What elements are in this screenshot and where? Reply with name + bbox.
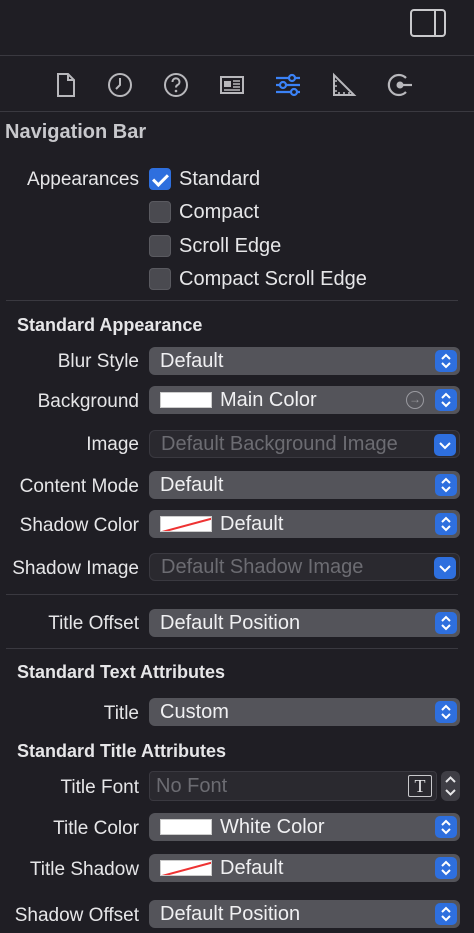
shadow-image-combo[interactable]: Default Shadow Image [149, 553, 460, 581]
checkbox-label: Scroll Edge [179, 234, 282, 257]
tab-quick-help-inspector[interactable] [160, 69, 192, 101]
shadow-color-select[interactable]: Default [149, 510, 460, 538]
tab-connections-inspector[interactable] [384, 69, 416, 101]
shadow-offset-label: Shadow Offset [14, 905, 139, 926]
color-swatch [160, 819, 212, 835]
updown-chevron-icon [435, 857, 457, 879]
select-value: Default [220, 856, 284, 879]
section-title: Navigation Bar [5, 121, 147, 143]
shadow-offset-select[interactable]: Default Position [149, 900, 460, 928]
font-placeholder: No Font [156, 774, 228, 797]
title-shadow-label: Title Shadow [29, 859, 139, 880]
title-font-label: Title Font [60, 777, 140, 798]
document-icon [57, 73, 75, 97]
content-mode-select[interactable]: Default [149, 471, 460, 499]
divider [6, 594, 458, 595]
checkbox-box[interactable] [149, 235, 171, 257]
title-offset-label: Title Offset [48, 613, 139, 634]
arrow-circle-icon [387, 73, 412, 97]
background-label: Background [37, 391, 139, 412]
title-shadow-select[interactable]: Default [149, 854, 460, 882]
updown-chevron-icon [435, 474, 457, 496]
blur-style-label: Blur Style [57, 351, 139, 372]
image-label: Image [86, 434, 139, 455]
tab-attributes-inspector[interactable] [272, 69, 304, 101]
shadow-image-label: Shadow Image [12, 558, 139, 579]
updown-chevron-icon [445, 776, 456, 796]
updown-chevron-icon [435, 612, 457, 634]
image-combo[interactable]: Default Background Image [149, 430, 460, 458]
checkbox-label: Standard [179, 167, 261, 190]
tab-file-inspector[interactable] [49, 69, 81, 101]
checkbox-label: Compact Scroll Edge [179, 267, 367, 290]
select-value: Default [220, 512, 284, 535]
divider [6, 300, 458, 301]
image-placeholder: Default Background Image [161, 432, 398, 455]
shadow-color-label: Shadow Color [19, 515, 139, 536]
title-color-select[interactable]: White Color [149, 813, 460, 841]
content-mode-label: Content Mode [19, 476, 139, 497]
title-label: Title [103, 703, 139, 724]
updown-chevron-icon [435, 903, 457, 925]
arrow-circle-icon[interactable]: → [406, 391, 424, 409]
checkbox-scroll-edge[interactable]: Scroll Edge [149, 234, 281, 258]
background-select[interactable]: Main Color → [149, 386, 460, 414]
checkbox-box[interactable] [149, 168, 171, 190]
chevron-down-icon[interactable] [434, 557, 456, 579]
updown-chevron-icon [435, 350, 457, 372]
inspector-top-bar [0, 0, 474, 56]
appearances-label: Appearances [27, 169, 139, 190]
title-color-label: Title Color [53, 818, 139, 839]
checkbox-box[interactable] [149, 201, 171, 223]
id-card-icon [220, 76, 244, 94]
font-size-stepper[interactable] [441, 771, 460, 801]
checkbox-standard[interactable]: Standard [149, 167, 260, 191]
standard-text-attributes-heading: Standard Text Attributes [17, 662, 226, 682]
ruler-icon [333, 72, 357, 96]
color-swatch [160, 516, 212, 532]
select-value: Default [160, 473, 224, 496]
select-value: Custom [160, 700, 229, 723]
checkbox-label: Compact [179, 200, 260, 223]
color-swatch [160, 392, 212, 408]
select-value: Default [160, 349, 224, 372]
tab-history-inspector[interactable] [104, 69, 136, 101]
sidebar-right-icon[interactable] [410, 9, 446, 37]
updown-chevron-icon [435, 701, 457, 723]
title-select[interactable]: Custom [149, 698, 460, 726]
tab-size-inspector[interactable] [328, 69, 360, 101]
checkbox-box[interactable] [149, 268, 171, 290]
updown-chevron-icon [435, 513, 457, 535]
font-picker-button[interactable]: T [408, 775, 432, 797]
select-value: Main Color [220, 388, 317, 411]
clock-icon [108, 73, 132, 97]
checkbox-compact[interactable]: Compact [149, 200, 259, 224]
chevron-down-icon[interactable] [434, 434, 456, 456]
blur-style-select[interactable]: Default [149, 347, 460, 375]
shadow-image-placeholder: Default Shadow Image [161, 555, 364, 578]
updown-chevron-icon [435, 389, 457, 411]
title-offset-select[interactable]: Default Position [149, 609, 460, 637]
color-swatch [160, 860, 212, 876]
inspector-tab-bar [0, 57, 474, 112]
updown-chevron-icon [435, 816, 457, 838]
standard-title-attributes-heading: Standard Title Attributes [17, 741, 227, 761]
title-font-field[interactable]: No Font T [149, 771, 437, 801]
select-value: White Color [220, 815, 325, 838]
select-value: Default Position [160, 611, 301, 634]
divider [6, 648, 458, 649]
standard-appearance-heading: Standard Appearance [17, 315, 203, 335]
question-icon [164, 73, 188, 97]
select-value: Default Position [160, 902, 301, 925]
checkbox-compact-scroll-edge[interactable]: Compact Scroll Edge [149, 267, 367, 291]
sliders-icon [276, 73, 300, 97]
tab-identity-inspector[interactable] [216, 69, 248, 101]
